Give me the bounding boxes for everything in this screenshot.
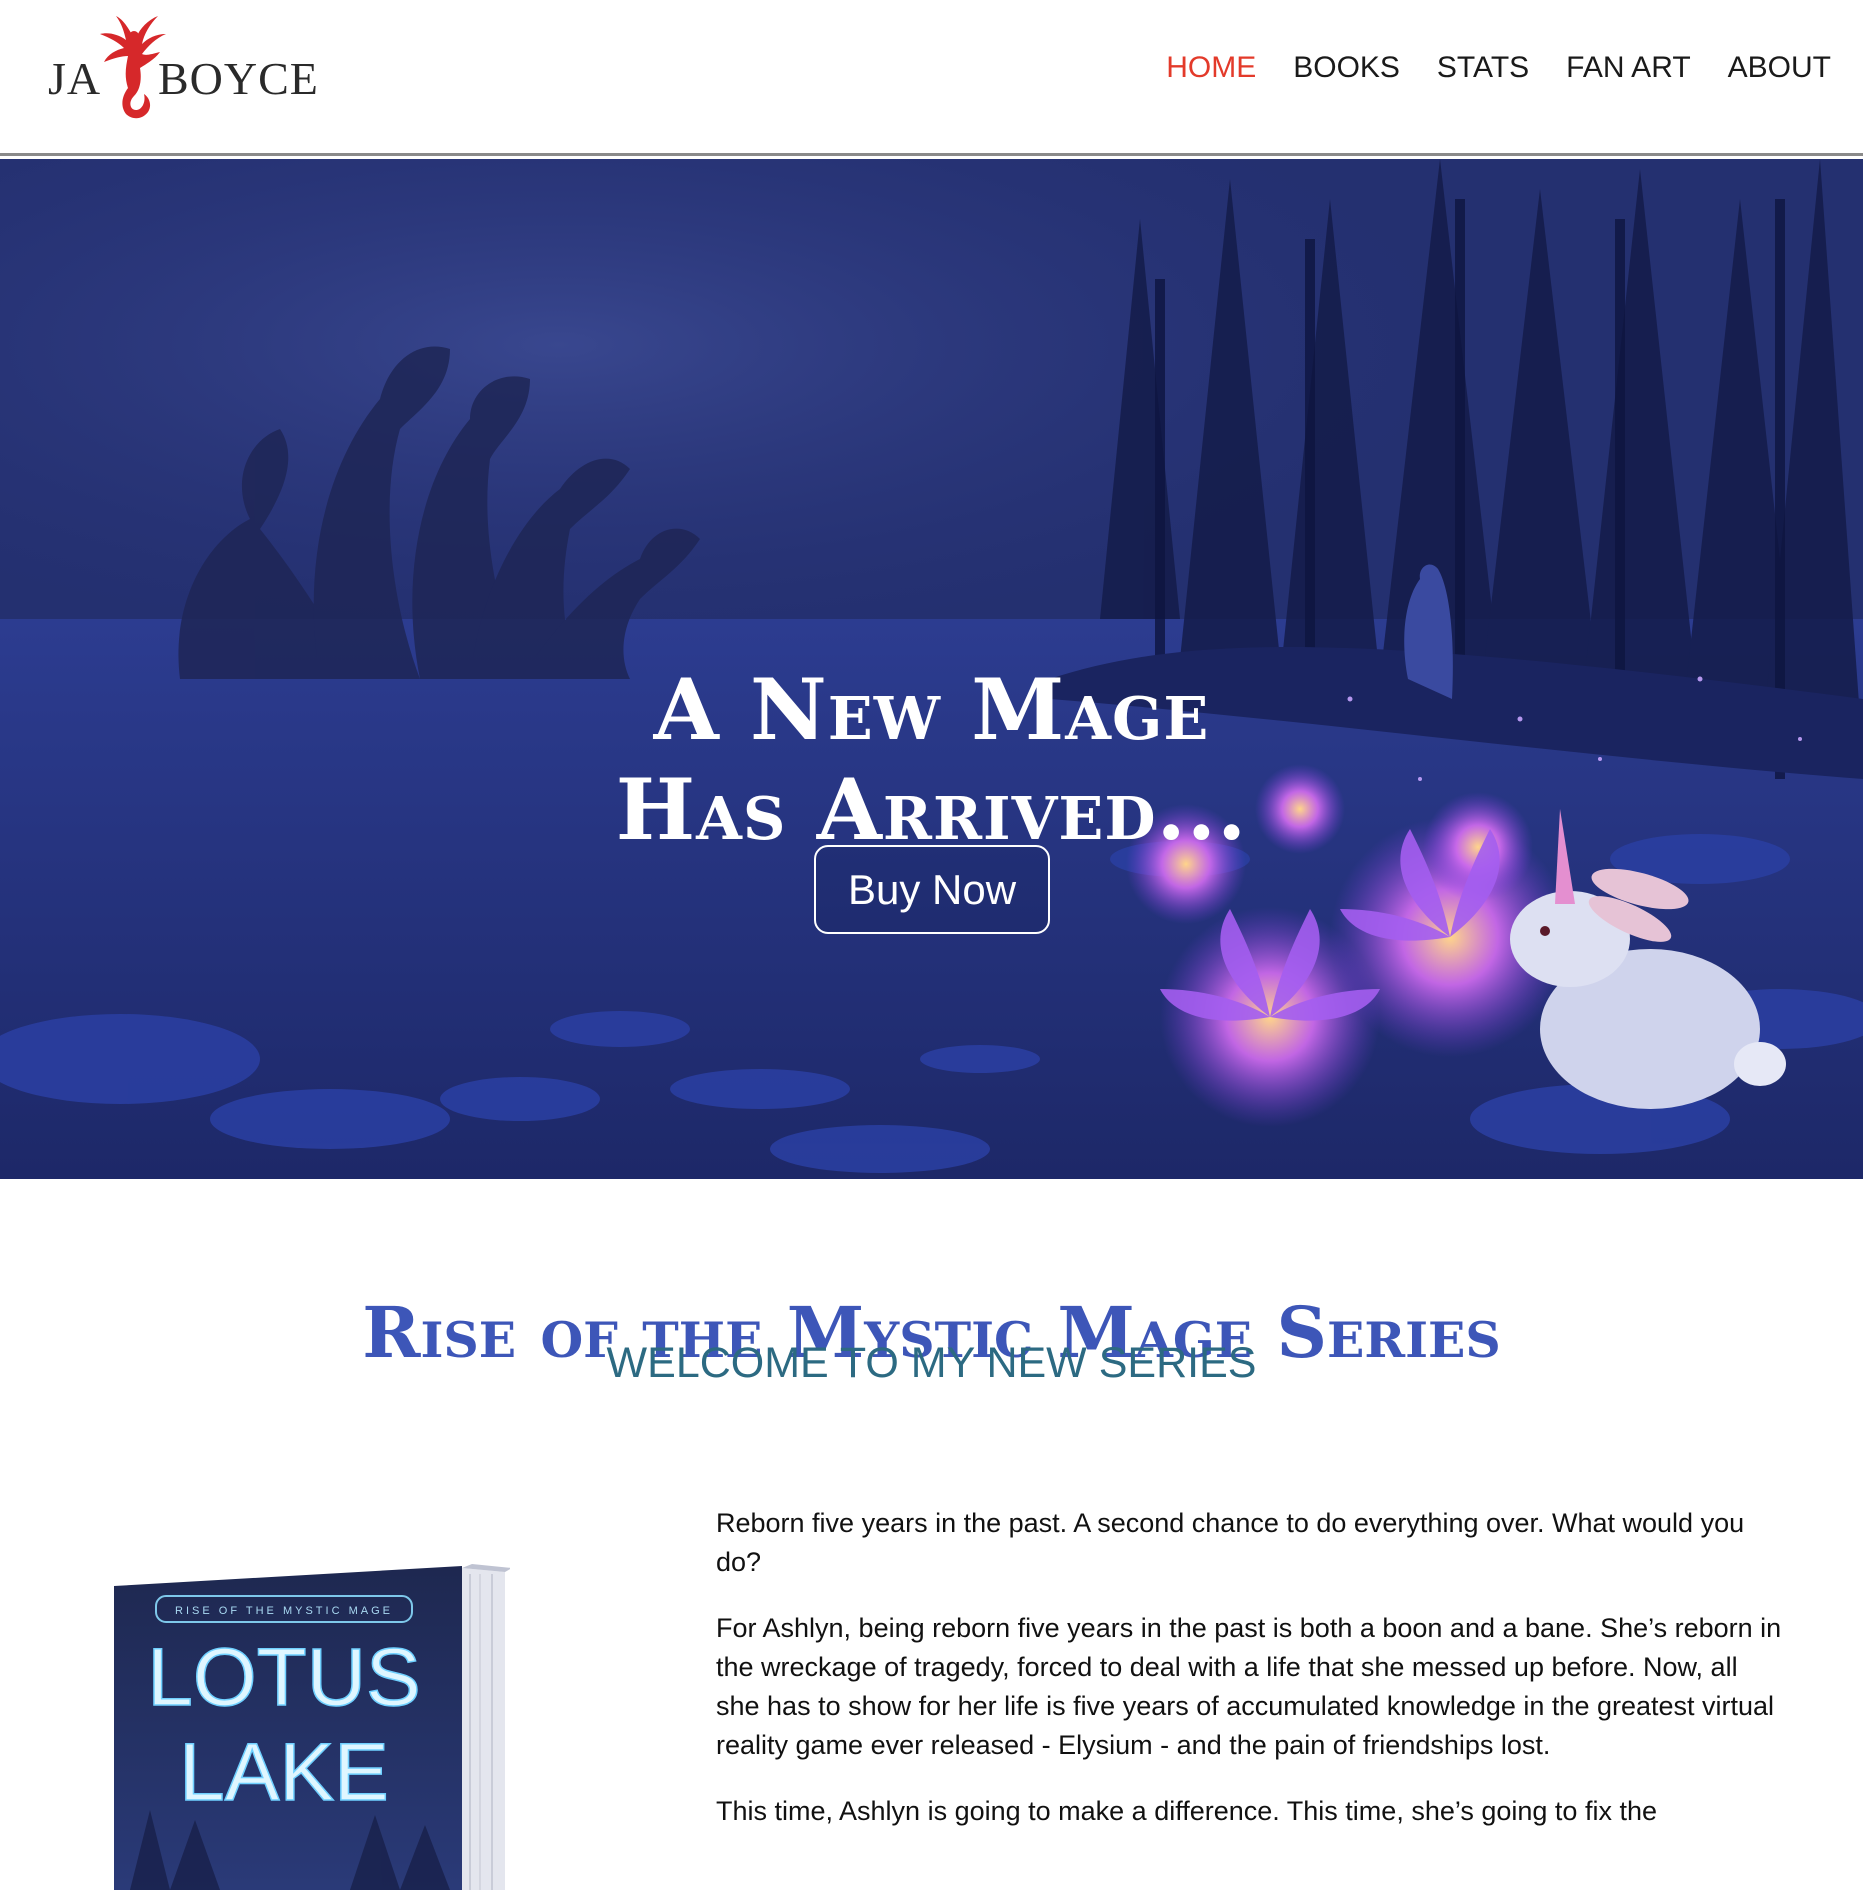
- description-paragraph: Reborn five years in the past. A second …: [716, 1508, 1745, 1577]
- description-paragraph: This time, Ashlyn is going to make a dif…: [716, 1796, 1657, 1826]
- nav-item-books[interactable]: BOOKS: [1293, 48, 1400, 88]
- description-paragraph: For Ashlyn, being reborn five years in t…: [716, 1613, 1782, 1760]
- logo-text-boyce: BOYCE: [158, 53, 319, 104]
- hero-banner: A New Mage Has Arrived... Buy Now: [0, 159, 1863, 1179]
- site-logo[interactable]: JA BOYCE: [48, 10, 318, 125]
- book-series-banner: RISE OF THE MYSTIC MAGE: [175, 1605, 393, 1617]
- hero-title: A New Mage Has Arrived...: [0, 660, 1863, 860]
- book-cover-image[interactable]: RISE OF THE MYSTIC MAGE LOTUS LAKE: [110, 1560, 510, 1890]
- nav-item-fan-art[interactable]: FAN ART: [1566, 48, 1690, 88]
- main-nav: HOME BOOKS STATS FAN ART ABOUT: [1129, 48, 1831, 88]
- nav-item-about[interactable]: ABOUT: [1728, 48, 1831, 88]
- nav-item-home[interactable]: HOME: [1166, 48, 1256, 88]
- book-cover-illustration: RISE OF THE MYSTIC MAGE LOTUS LAKE: [114, 1564, 510, 1890]
- nav-item-stats[interactable]: STATS: [1437, 48, 1529, 88]
- book-title-line1: LOTUS: [147, 1632, 420, 1723]
- site-header: JA BOYCE HOME BOOKS STATS FAN ART ABOUT: [0, 0, 1863, 156]
- buy-now-button[interactable]: Buy Now: [814, 845, 1050, 934]
- hero-title-line1: A New Mage: [653, 660, 1210, 760]
- book-description: Reborn five years in the past. A second …: [716, 1504, 1788, 1858]
- book-title-line2: LAKE: [179, 1727, 389, 1818]
- series-subtitle: WELCOME TO MY NEW SERIES: [606, 1339, 1257, 1387]
